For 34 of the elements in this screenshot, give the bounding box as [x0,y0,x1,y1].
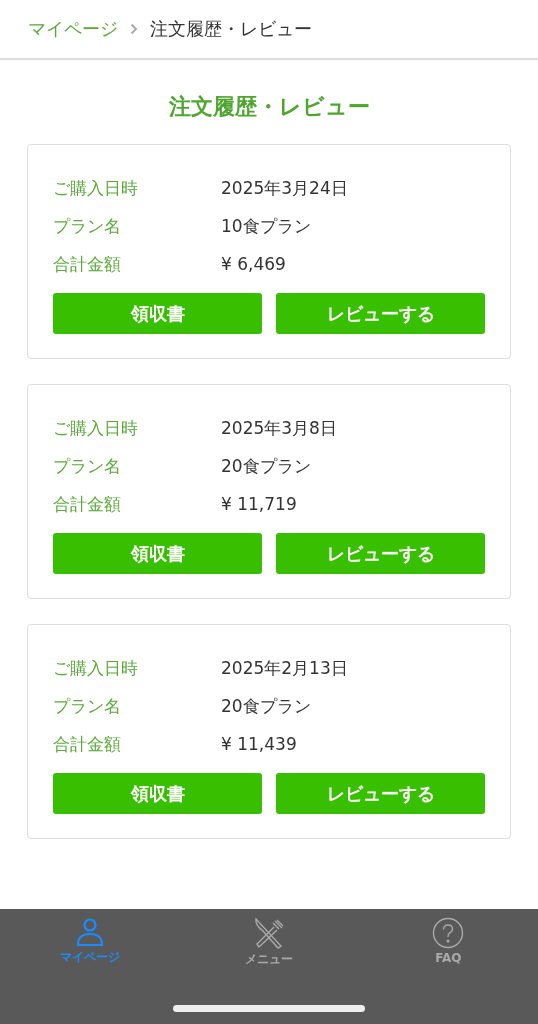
review-button[interactable]: レビューする [276,293,485,334]
field-label: ご購入日時 [53,416,139,440]
field-value: 20食プラン [221,694,311,718]
field-label: プラン名 [53,694,122,718]
chevron-icon [130,23,138,35]
receipt-button[interactable]: 領収書 [53,773,262,814]
review-button[interactable]: レビューする [276,533,485,574]
field-label: プラン名 [53,454,122,478]
field-value: ¥ 11,439 [221,734,297,754]
field-label: ご購入日時 [53,176,139,200]
field-value: ¥ 11,719 [221,494,297,514]
field-value: 2025年2月13日 [221,656,348,680]
breadcrumb-current: 注文履歴・レビュー [150,17,312,41]
tab[interactable]: マイページ [29,917,150,968]
field-value: 10食プラン [221,214,311,238]
field-label: ご購入日時 [53,656,139,680]
help-icon [432,917,465,949]
review-button[interactable]: レビューする [276,773,485,814]
field-value: ¥ 6,469 [221,254,286,274]
breadcrumb-link[interactable]: マイページ [28,17,118,41]
field-label: プラン名 [53,214,122,238]
receipt-button[interactable]: 領収書 [53,533,262,574]
field-value: 2025年3月24日 [221,176,348,200]
field-value: 20食プラン [221,454,311,478]
page-title: 注文履歴・レビュー [167,93,371,121]
tab[interactable]: メニュー [209,917,329,968]
fork-knife-icon [253,917,285,949]
field-label: 合計金額 [53,252,122,276]
field-label: 合計金額 [53,732,122,756]
field-label: 合計金額 [53,492,122,516]
receipt-button[interactable]: 領収書 [53,293,262,334]
field-value: 2025年3月8日 [221,416,337,440]
tab[interactable]: FAQ [388,917,509,968]
person-icon [74,917,105,947]
